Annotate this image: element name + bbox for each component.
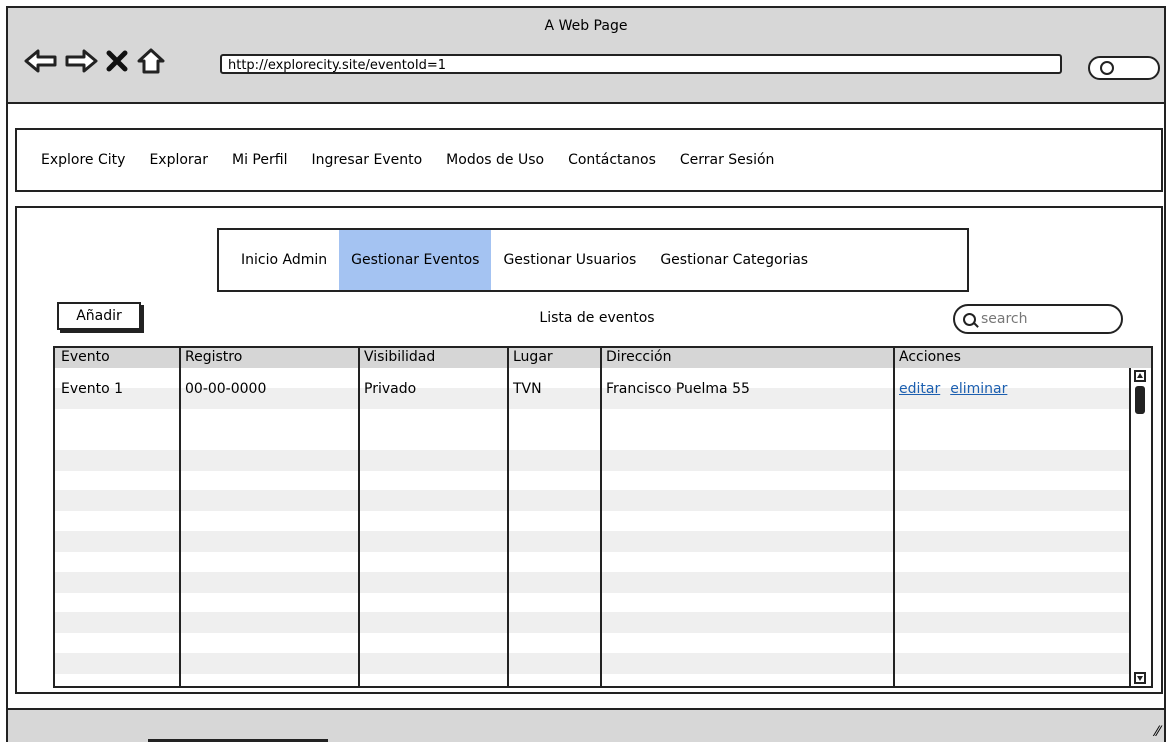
- home-icon[interactable]: [136, 47, 166, 75]
- column-header-direccion[interactable]: Dirección: [606, 349, 671, 365]
- browser-window: A Web Page http://explorecity.site/event…: [6, 6, 1166, 742]
- back-arrow-icon[interactable]: [24, 48, 58, 74]
- list-title: Lista de eventos: [539, 310, 655, 326]
- nav-item-modos-de-uso[interactable]: Modos de Uso: [446, 152, 544, 168]
- table-row-band: [55, 531, 1129, 552]
- admin-panel: Inicio Admin Gestionar Eventos Gestionar…: [15, 206, 1163, 694]
- tab-gestionar-eventos[interactable]: Gestionar Eventos: [339, 230, 492, 290]
- events-table: Evento Registro Visibilidad Lugar Direcc…: [53, 346, 1153, 688]
- table-scrollbar[interactable]: [1129, 368, 1151, 686]
- column-header-lugar[interactable]: Lugar: [513, 349, 553, 365]
- column-header-acciones[interactable]: Acciones: [899, 349, 961, 365]
- search-placeholder: search: [981, 311, 1028, 327]
- nav-item-explorar[interactable]: Explorar: [149, 152, 208, 168]
- scroll-up-icon[interactable]: [1134, 370, 1146, 382]
- cell-lugar: TVN: [513, 381, 542, 397]
- page-viewport: Explore City Explorar Mi Perfil Ingresar…: [8, 104, 1164, 708]
- nav-item-contactanos[interactable]: Contáctanos: [568, 152, 656, 168]
- scroll-down-icon[interactable]: [1134, 672, 1146, 684]
- browser-search-icon: [1100, 61, 1114, 75]
- cell-visibilidad: Privado: [364, 381, 417, 397]
- tab-inicio-admin[interactable]: Inicio Admin: [219, 230, 339, 290]
- tab-gestionar-categorias[interactable]: Gestionar Categorias: [648, 230, 820, 290]
- status-bar-divider: [8, 708, 1164, 710]
- browser-nav-buttons: [24, 44, 166, 78]
- cell-direccion: Francisco Puelma 55: [606, 381, 750, 397]
- admin-tabs: Inicio Admin Gestionar Eventos Gestionar…: [217, 228, 969, 292]
- window-title: A Web Page: [544, 18, 628, 34]
- column-header-registro[interactable]: Registro: [185, 349, 242, 365]
- cell-acciones: editar eliminar: [899, 381, 1017, 397]
- scroll-thumb[interactable]: [1135, 386, 1145, 414]
- nav-item-ingresar-evento[interactable]: Ingresar Evento: [311, 152, 422, 168]
- forward-arrow-icon[interactable]: [64, 48, 98, 74]
- stop-x-icon[interactable]: [104, 48, 130, 74]
- nav-item-explore-city[interactable]: Explore City: [41, 152, 125, 168]
- delete-link[interactable]: eliminar: [950, 381, 1007, 397]
- nav-item-cerrar-sesion[interactable]: Cerrar Sesión: [680, 152, 775, 168]
- column-divider: [600, 348, 602, 686]
- table-row-band: [55, 572, 1129, 593]
- search-icon: [963, 313, 976, 326]
- browser-search-button[interactable]: [1088, 56, 1160, 80]
- add-button[interactable]: Añadir: [57, 302, 141, 330]
- column-header-evento[interactable]: Evento: [61, 349, 110, 365]
- nav-item-mi-perfil[interactable]: Mi Perfil: [232, 152, 287, 168]
- table-row-band: [55, 612, 1129, 633]
- url-text: http://explorecity.site/eventoId=1: [228, 58, 447, 73]
- table-row-band: [55, 653, 1129, 674]
- main-nav-bar: Explore City Explorar Mi Perfil Ingresar…: [15, 128, 1163, 192]
- edit-link[interactable]: editar: [899, 381, 940, 397]
- address-bar[interactable]: http://explorecity.site/eventoId=1: [220, 54, 1062, 74]
- column-divider: [893, 348, 895, 686]
- cell-registro: 00-00-0000: [185, 381, 267, 397]
- column-divider: [179, 348, 181, 686]
- cell-evento: Evento 1: [61, 381, 124, 397]
- resize-grip-icon[interactable]: ⁄⁄: [1155, 724, 1160, 740]
- tab-gestionar-usuarios[interactable]: Gestionar Usuarios: [491, 230, 648, 290]
- table-row-band: [55, 490, 1129, 511]
- column-header-visibilidad[interactable]: Visibilidad: [364, 349, 435, 365]
- column-divider: [358, 348, 360, 686]
- column-divider: [507, 348, 509, 686]
- search-input[interactable]: search: [953, 304, 1123, 334]
- table-row-band: [55, 450, 1129, 471]
